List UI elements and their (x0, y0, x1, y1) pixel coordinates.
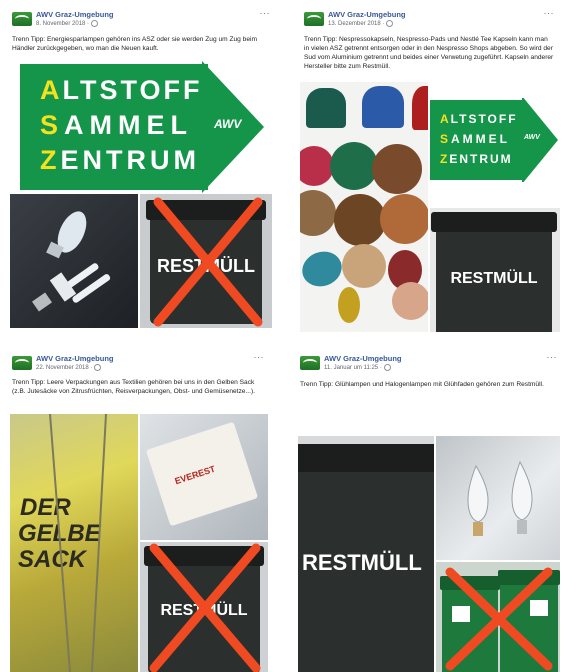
more-options-icon[interactable]: ··· (544, 8, 555, 18)
yellow-sack-photo[interactable]: DER GELBE SACK (10, 414, 138, 672)
sign-word-zentrum: ZENTRUM (40, 145, 200, 175)
bin-label: RESTMÜLL (302, 550, 422, 575)
restmuell-bin-photo[interactable]: RESTMÜLL (430, 208, 560, 332)
asz-sign-image[interactable]: ALTSTOFF SAMMEL ZENTRUM AWV (12, 61, 270, 193)
globe-icon (94, 364, 102, 371)
restmuell-bin-photo[interactable]: RESTMÜLL (140, 542, 268, 672)
post-text: Trenn Tipp: Leere Verpackungen aus Texti… (12, 379, 255, 395)
page-logo-icon[interactable] (304, 12, 324, 26)
everest-rice-bag-photo[interactable]: EVEREST (140, 414, 268, 540)
globe-icon (383, 364, 391, 371)
sign-word-sammel: SAMMEL (440, 132, 511, 146)
energy-saving-bulbs-photo[interactable] (10, 194, 138, 328)
bin-label: RESTMÜLL (450, 270, 538, 287)
post-light-bulbs: AWV Graz-Umgebung 11. Januar um 11:25 · … (294, 348, 563, 672)
more-options-icon[interactable]: ··· (260, 8, 271, 18)
globe-icon (386, 20, 394, 27)
sign-word-sammel: SAMMEL (40, 110, 193, 140)
awv-logo: AWV (524, 134, 540, 141)
page-logo-icon[interactable] (12, 356, 32, 370)
post-timestamp[interactable]: 22. November 2018 · (36, 364, 102, 371)
globe-icon (91, 20, 99, 27)
page-name-link[interactable]: AWV Graz-Umgebung (328, 10, 406, 19)
page-name-link[interactable]: AWV Graz-Umgebung (36, 10, 114, 19)
red-cross-icon (149, 543, 261, 672)
post-textile-packaging: AWV Graz-Umgebung 22. November 2018 · ··… (6, 348, 270, 672)
green-bins-photo[interactable] (436, 562, 560, 672)
post-text: Trenn Tipp: Glühlampen und Halogenlampen… (300, 381, 544, 388)
post-header: AWV Graz-Umgebung 8. November 2018 · ··· (12, 8, 271, 32)
sign-word-zentrum: ZENTRUM (440, 152, 513, 166)
post-header: AWV Graz-Umgebung 22. November 2018 · ··… (12, 352, 265, 376)
page-name-link[interactable]: AWV Graz-Umgebung (36, 354, 114, 363)
sign-word-altstoff: ALTSTOFF (40, 75, 203, 105)
more-options-icon[interactable]: ··· (254, 352, 265, 362)
bulbs-illustration (467, 460, 533, 536)
halogen-bulbs-photo[interactable] (436, 436, 560, 560)
post-coffee-capsules: AWV Graz-Umgebung 13. Dezember 2018 · ··… (298, 4, 560, 332)
page-logo-icon[interactable] (300, 356, 320, 370)
post-header: AWV Graz-Umgebung 13. Dezember 2018 · ··… (304, 8, 555, 32)
awv-logo: AWV (214, 117, 242, 131)
post-header: AWV Graz-Umgebung 11. Januar um 11:25 · … (300, 352, 558, 376)
more-options-icon[interactable]: ··· (547, 352, 558, 362)
coffee-capsules-photo[interactable] (300, 82, 428, 332)
post-text: Trenn Tipp: Nespressokapseln, Nespresso-… (304, 36, 554, 70)
page-name-link[interactable]: AWV Graz-Umgebung (324, 354, 402, 363)
sign-word-altstoff: ALTSTOFF (440, 112, 518, 126)
post-timestamp[interactable]: 13. Dezember 2018 · (328, 20, 394, 27)
page-logo-icon[interactable] (12, 12, 32, 26)
red-cross-icon (445, 567, 553, 671)
post-timestamp[interactable]: 11. Januar um 11:25 · (324, 364, 391, 371)
asz-sign-image[interactable]: ALTSTOFF SAMMEL ZENTRUM AWV (428, 98, 560, 182)
post-energy-saving-lamps: AWV Graz-Umgebung 8. November 2018 · ···… (6, 4, 276, 328)
bulbs-illustration (32, 211, 111, 312)
post-timestamp[interactable]: 8. November 2018 · (36, 20, 99, 27)
red-cross-icon (153, 197, 263, 327)
restmuell-bin-photo[interactable]: RESTMÜLL (140, 194, 272, 328)
post-text: Trenn Tipp: Energiesparlampen gehören in… (12, 36, 257, 52)
restmuell-bin-photo[interactable]: RESTMÜLL (298, 436, 434, 672)
